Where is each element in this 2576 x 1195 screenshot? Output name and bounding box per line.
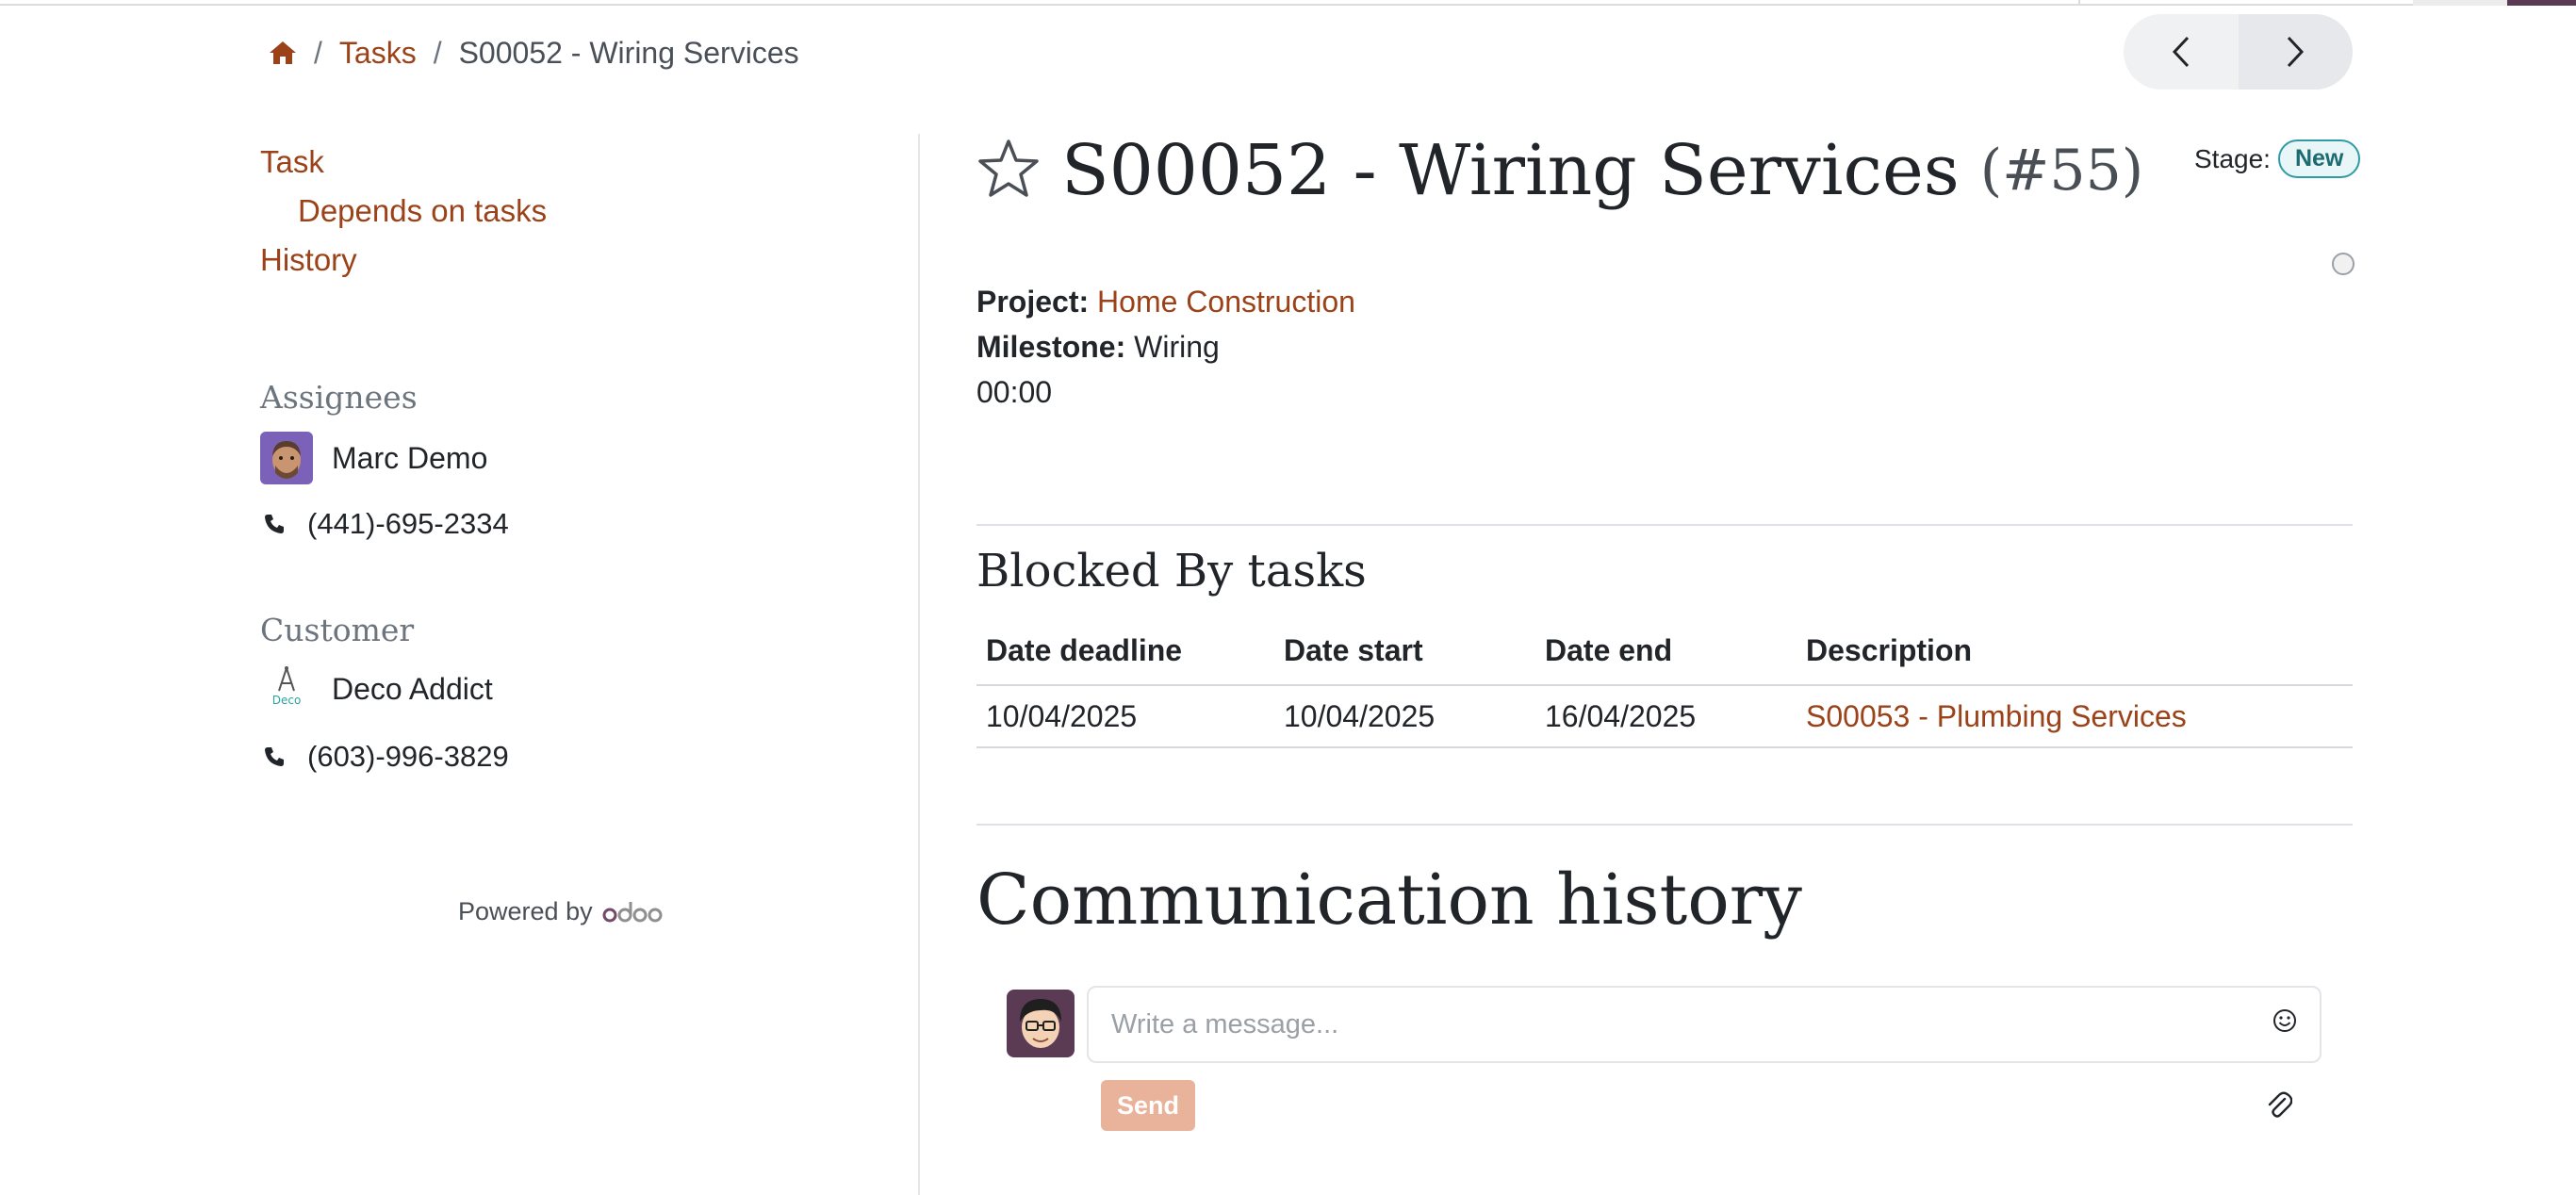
cell-description: S00053 - Plumbing Services: [1797, 685, 2353, 748]
assignee-avatar: [260, 432, 313, 484]
phone-icon: [260, 513, 288, 535]
milestone-label: Milestone:: [976, 330, 1126, 364]
column-header-start[interactable]: Date start: [1274, 617, 1535, 686]
task-number: (#55): [1979, 138, 2144, 204]
project-link[interactable]: Home Construction: [1097, 285, 1355, 319]
home-icon[interactable]: [269, 41, 297, 65]
record-pager: [2124, 14, 2353, 90]
star-icon[interactable]: [976, 138, 1041, 205]
milestone-field: Milestone: Wiring: [976, 324, 1355, 369]
emoji-icon[interactable]: [2272, 1008, 2297, 1040]
cell-start: 10/04/2025: [1274, 685, 1535, 748]
customer-heading: Customer: [260, 612, 415, 648]
powered-by: Powered by: [458, 897, 663, 926]
toc-depends-link[interactable]: Depends on tasks: [298, 187, 547, 236]
current-user-avatar: [1007, 990, 1075, 1057]
customer-phone-row: (603)-996-3829: [260, 740, 509, 774]
milestone-value: Wiring: [1134, 330, 1220, 364]
stage: Stage: New: [2194, 139, 2361, 178]
toc-task-link[interactable]: Task: [260, 138, 547, 187]
blocked-by-table-wrapper: Date deadline Date start Date end Descri…: [976, 617, 2353, 748]
section-divider: [976, 824, 2353, 826]
send-button[interactable]: Send: [1101, 1080, 1195, 1131]
sidebar-divider: [918, 134, 920, 1195]
breadcrumb-separator: /: [314, 35, 322, 70]
customer-name: Deco Addict: [332, 671, 493, 706]
task-fields: Project: Home Construction Milestone: Wi…: [976, 279, 1355, 415]
assignee-phone: (441)-695-2334: [307, 507, 509, 540]
cell-deadline: 10/04/2025: [976, 685, 1274, 748]
section-divider: [976, 524, 2353, 526]
project-label: Project:: [976, 285, 1090, 319]
breadcrumb-separator: /: [433, 35, 442, 70]
task-name: S00052 - Wiring Services: [1061, 130, 1960, 211]
assignees-heading: Assignees: [260, 379, 418, 416]
breadcrumb-current: S00052 - Wiring Services: [458, 35, 799, 70]
svg-text:Deco: Deco: [272, 694, 302, 707]
blocking-task-link[interactable]: S00053 - Plumbing Services: [1806, 699, 2187, 733]
odoo-logo[interactable]: [602, 900, 663, 925]
assignee-name: Marc Demo: [332, 440, 488, 475]
customer-phone: (603)-996-3829: [307, 740, 509, 773]
paperclip-icon[interactable]: [2266, 1091, 2293, 1124]
cell-end: 16/04/2025: [1535, 685, 1797, 748]
table-row[interactable]: 10/04/2025 10/04/2025 16/04/2025 S00053 …: [976, 685, 2353, 748]
top-bar: [0, 0, 2576, 6]
next-record-button[interactable]: [2238, 14, 2353, 90]
task-title: S00052 - Wiring Services (#55): [976, 130, 2143, 211]
stage-badge: New: [2277, 139, 2361, 178]
table-of-contents: Task Depends on tasks History: [260, 138, 547, 285]
message-placeholder: Write a message...: [1111, 1008, 1339, 1039]
blocked-by-title: Blocked By tasks: [976, 545, 1367, 598]
status-indicator[interactable]: [2332, 253, 2354, 275]
breadcrumb: / Tasks / S00052 - Wiring Services: [269, 34, 799, 72]
previous-record-button[interactable]: [2124, 14, 2239, 90]
powered-by-label: Powered by: [458, 897, 593, 925]
chevron-left-icon: [2172, 36, 2189, 68]
assignee-phone-row: (441)-695-2334: [260, 507, 509, 541]
breadcrumb-tasks-link[interactable]: Tasks: [339, 36, 417, 71]
time-value: 00:00: [976, 375, 1053, 409]
customer-logo: Deco: [260, 663, 313, 715]
communication-history-title: Communication history: [976, 859, 1802, 941]
assignee-row: Marc Demo: [260, 432, 487, 484]
customer-row: Deco Deco Addict: [260, 663, 493, 715]
column-header-description[interactable]: Description: [1797, 617, 2353, 686]
blocked-by-table: Date deadline Date start Date end Descri…: [976, 617, 2353, 748]
stage-label: Stage:: [2194, 143, 2271, 173]
phone-icon: [260, 745, 288, 768]
message-input[interactable]: Write a message...: [1087, 986, 2322, 1063]
chevron-right-icon: [2288, 36, 2305, 68]
column-header-end[interactable]: Date end: [1535, 617, 1797, 686]
table-header-row: Date deadline Date start Date end Descri…: [976, 617, 2353, 686]
project-field: Project: Home Construction: [976, 279, 1355, 324]
column-header-deadline[interactable]: Date deadline: [976, 617, 1274, 686]
toc-history-link[interactable]: History: [260, 236, 547, 285]
